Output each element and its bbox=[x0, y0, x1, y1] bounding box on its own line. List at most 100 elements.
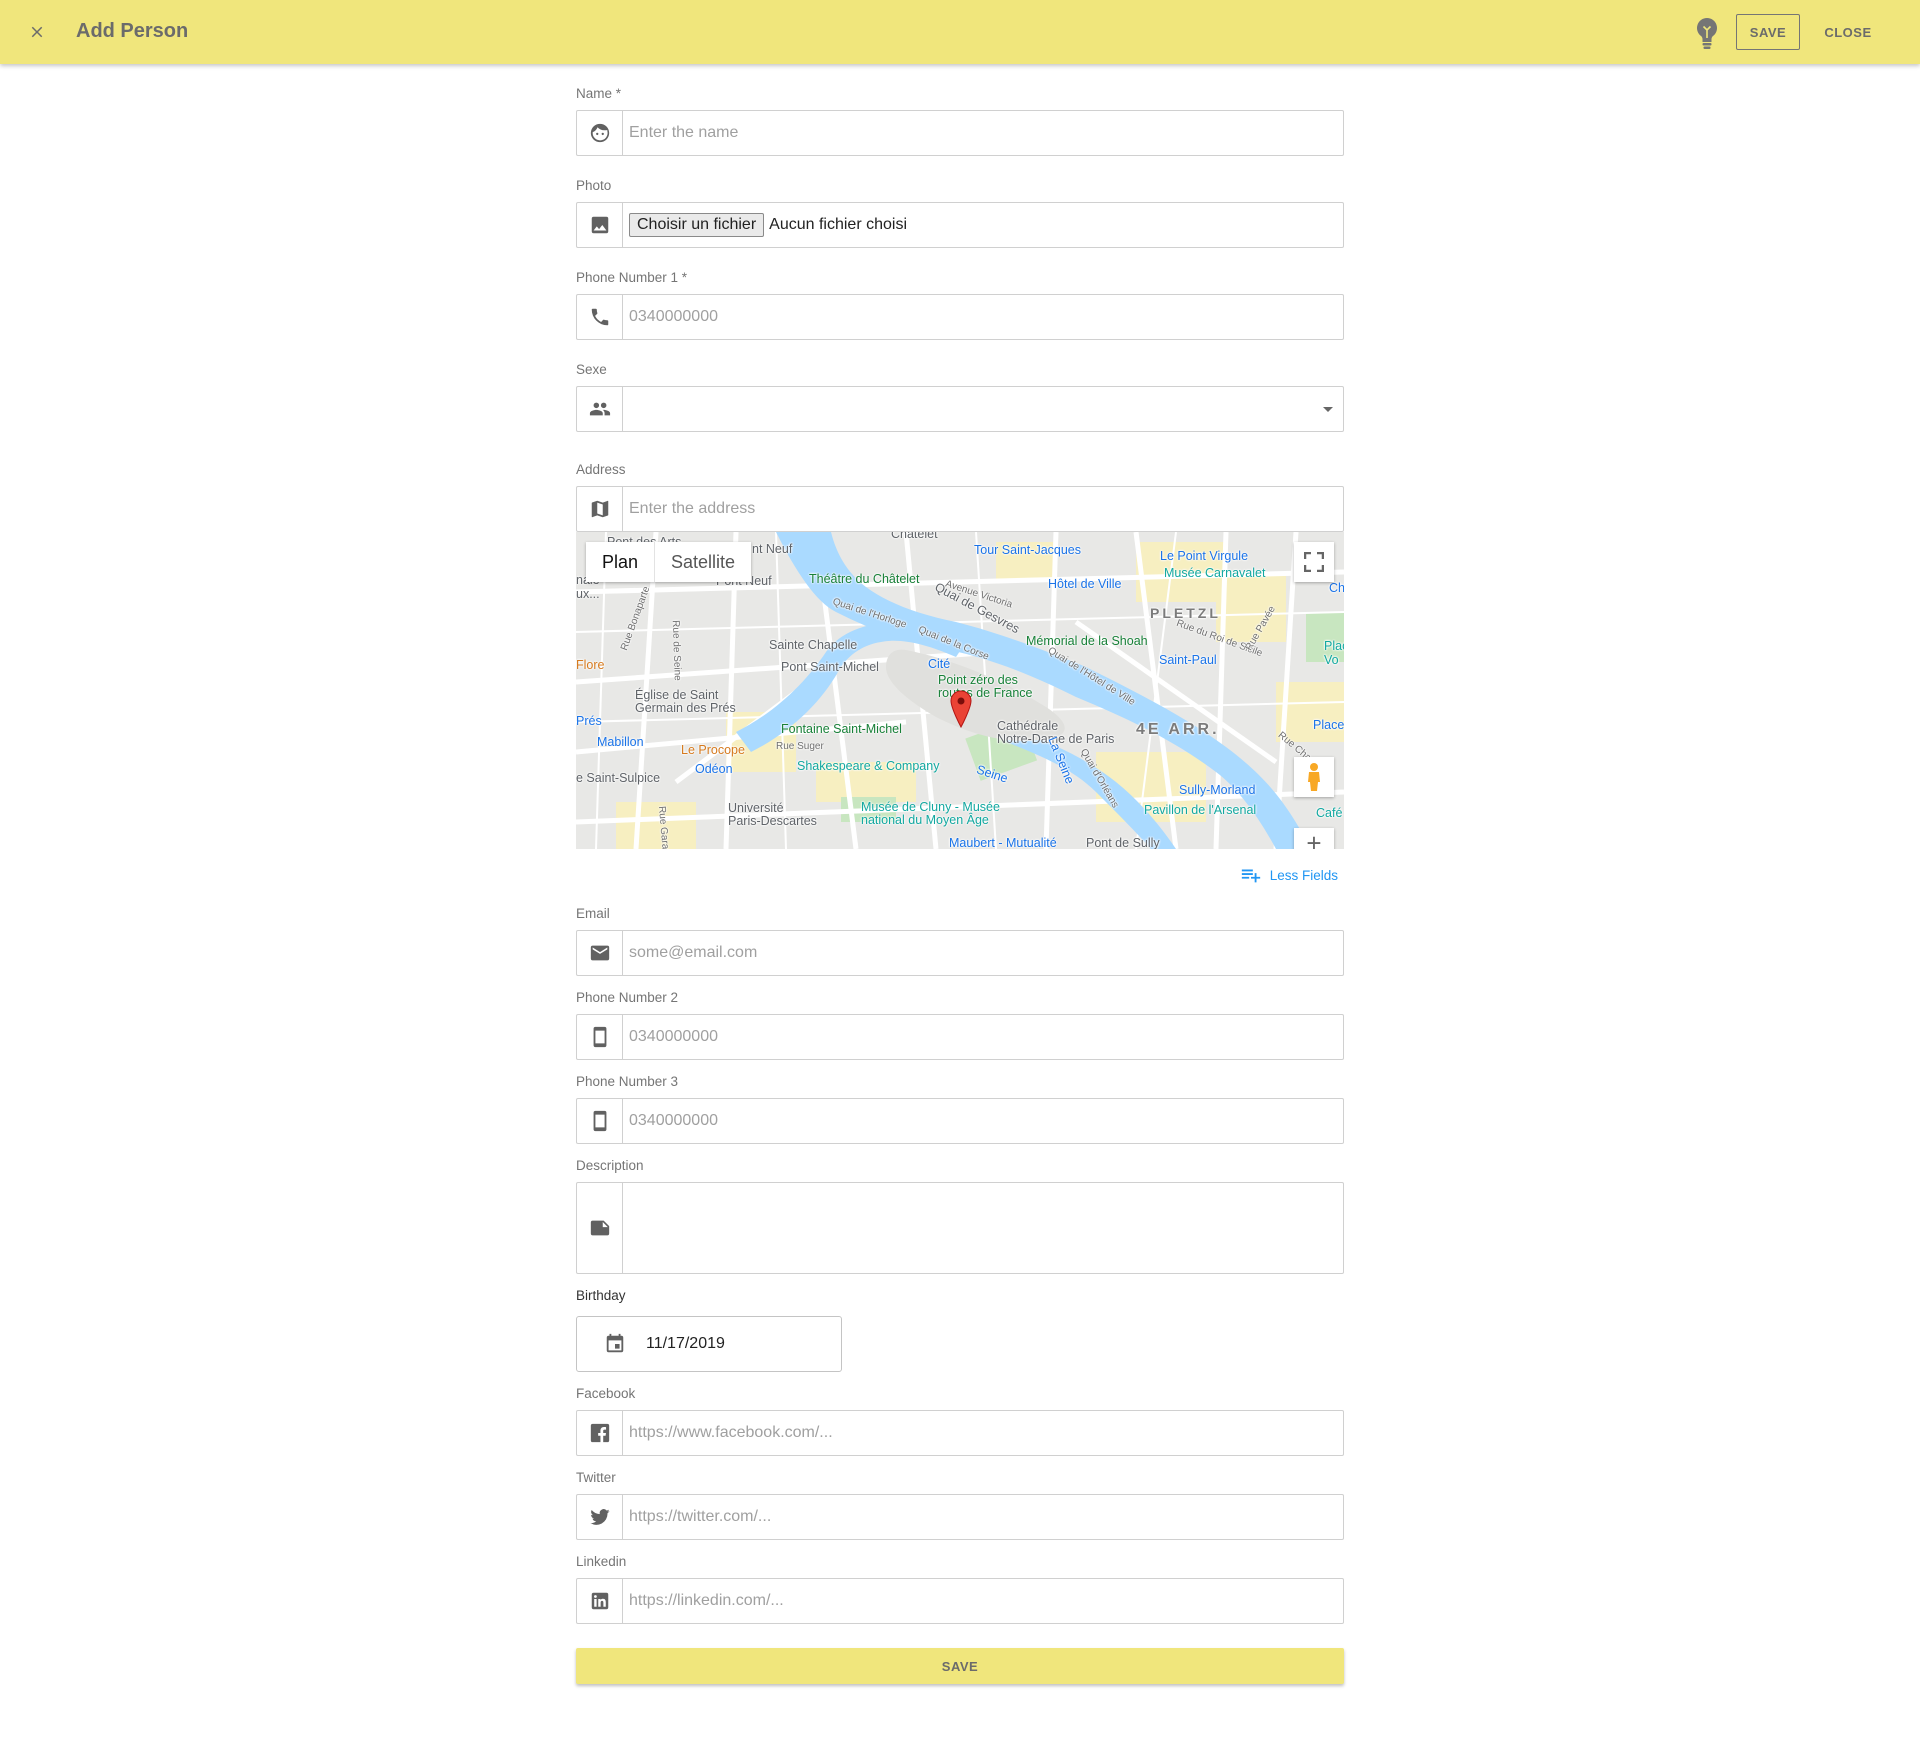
map-label: Vo bbox=[1324, 653, 1339, 667]
phone3-field bbox=[576, 1098, 1344, 1144]
address-field bbox=[576, 486, 1344, 532]
less-fields-label: Less Fields bbox=[1269, 867, 1338, 883]
sexe-label: Sexe bbox=[576, 362, 607, 377]
phone3-label: Phone Number 3 bbox=[576, 1074, 679, 1089]
address-input[interactable] bbox=[623, 487, 1343, 531]
map-label: Théâtre du Châtelet bbox=[809, 572, 920, 586]
twitter-input[interactable] bbox=[623, 1495, 1343, 1539]
map-tab-satellite[interactable]: Satellite bbox=[655, 542, 751, 582]
fullscreen-icon[interactable] bbox=[1294, 542, 1334, 582]
map-label: Rue de Seine bbox=[669, 620, 683, 681]
photo-field: Choisir un fichier Aucun fichier choisi bbox=[576, 202, 1344, 248]
map-label: Le Procope bbox=[681, 743, 745, 757]
phone1-input[interactable] bbox=[623, 295, 1343, 339]
map-label: Le Point Virgule bbox=[1160, 549, 1249, 563]
email-icon bbox=[577, 931, 623, 975]
email-label: Email bbox=[576, 906, 610, 921]
email-field bbox=[576, 930, 1344, 976]
map-label: Église de Saint Germain des Prés bbox=[635, 688, 736, 715]
app-bar: Add Person SAVE CLOSE bbox=[0, 0, 1920, 64]
file-status: Aucun fichier choisi bbox=[769, 216, 907, 233]
map-label: Place bbox=[1313, 718, 1344, 732]
map-label: Pont Saint-Michel bbox=[781, 660, 879, 674]
map-label: Plac bbox=[1324, 639, 1344, 653]
map-label: e Saint-Sulpice bbox=[576, 771, 661, 785]
address-map[interactable]: Pont des Arts Châtelet nt Neuf Tour Sain… bbox=[576, 532, 1344, 849]
page-title: Add Person bbox=[76, 20, 189, 42]
description-field bbox=[576, 1182, 1344, 1274]
playlist-add-icon bbox=[1241, 869, 1260, 883]
sexe-value bbox=[623, 387, 635, 404]
map-label: Pavillon de l'Arsenal bbox=[1144, 803, 1257, 817]
map-label: Rue Suger bbox=[776, 741, 824, 752]
map-label: Pont de Sully bbox=[1086, 836, 1160, 850]
smartphone-icon bbox=[577, 1099, 623, 1143]
photo-label: Photo bbox=[576, 178, 612, 193]
choose-file-button[interactable]: Choisir un fichier bbox=[629, 213, 765, 237]
image-icon bbox=[577, 203, 623, 247]
map-type-tabs: Plan Satellite bbox=[586, 542, 752, 582]
map-label: Flore bbox=[576, 658, 605, 672]
name-input[interactable] bbox=[623, 111, 1343, 155]
birthday-label: Birthday bbox=[576, 1288, 626, 1303]
dropdown-caret-icon bbox=[1323, 407, 1333, 412]
header-close-button[interactable]: CLOSE bbox=[1814, 14, 1882, 50]
street-view-pegman-icon[interactable] bbox=[1294, 757, 1334, 797]
location-marker-icon[interactable] bbox=[950, 690, 972, 733]
note-icon bbox=[577, 1183, 623, 1273]
map-label: Université Paris-Descartes bbox=[728, 801, 817, 828]
map-label: Saint-Paul bbox=[1159, 653, 1217, 667]
map-label: Sully-Morland bbox=[1179, 783, 1256, 797]
phone3-input[interactable] bbox=[623, 1099, 1343, 1143]
linkedin-label: Linkedin bbox=[576, 1554, 627, 1569]
map-label: Tour Saint-Jacques bbox=[974, 543, 1082, 557]
phone2-input[interactable] bbox=[623, 1015, 1343, 1059]
map-label: Musée Carnavalet bbox=[1164, 566, 1266, 580]
facebook-input[interactable] bbox=[623, 1411, 1343, 1455]
form-save-button[interactable]: SAVE bbox=[576, 1648, 1344, 1684]
map-label: ux... bbox=[576, 587, 600, 601]
smartphone-icon bbox=[577, 1015, 623, 1059]
map-label: Café bbox=[1316, 806, 1343, 820]
map-label: Sainte Chapelle bbox=[769, 638, 858, 652]
lightbulb-icon[interactable] bbox=[1693, 16, 1721, 50]
map-label: 4E ARR. bbox=[1136, 721, 1220, 738]
map-label: Fontaine Saint-Michel bbox=[781, 722, 902, 736]
twitter-field bbox=[576, 1494, 1344, 1540]
phone1-field bbox=[576, 294, 1344, 340]
face-icon bbox=[577, 111, 623, 155]
map-label: Prés bbox=[576, 714, 602, 728]
name-label: Name * bbox=[576, 86, 622, 101]
description-label: Description bbox=[576, 1158, 644, 1173]
people-icon bbox=[577, 387, 623, 431]
facebook-icon bbox=[577, 1411, 623, 1455]
map-label: Cité bbox=[928, 657, 951, 671]
linkedin-input[interactable] bbox=[623, 1579, 1343, 1623]
birthday-field[interactable]: 11/17/2019 bbox=[576, 1316, 842, 1372]
facebook-label: Facebook bbox=[576, 1386, 636, 1401]
calendar-icon[interactable] bbox=[604, 1333, 626, 1355]
name-field bbox=[576, 110, 1344, 156]
map-label: Mabillon bbox=[597, 735, 644, 749]
phone1-label: Phone Number 1 * bbox=[576, 270, 688, 285]
close-icon[interactable] bbox=[22, 17, 52, 47]
zoom-in-button[interactable]: + bbox=[1294, 828, 1334, 849]
map-label: Mémorial de la Shoah bbox=[1026, 634, 1148, 648]
phone-icon bbox=[577, 295, 623, 339]
less-fields-link[interactable]: Less Fields bbox=[1240, 864, 1338, 886]
map-label: Shakespeare & Company bbox=[797, 759, 940, 773]
twitter-label: Twitter bbox=[576, 1470, 616, 1485]
description-textarea[interactable] bbox=[623, 1183, 1343, 1273]
header-save-button[interactable]: SAVE bbox=[1736, 14, 1800, 50]
linkedin-field bbox=[576, 1578, 1344, 1624]
email-input[interactable] bbox=[623, 931, 1343, 975]
birthday-value: 11/17/2019 bbox=[646, 1335, 725, 1352]
address-label: Address bbox=[576, 462, 626, 477]
map-tab-plan[interactable]: Plan bbox=[586, 542, 656, 582]
facebook-field bbox=[576, 1410, 1344, 1456]
map-label: Maubert - Mutualité bbox=[949, 836, 1057, 850]
map-label: nt Neuf bbox=[752, 542, 793, 556]
map-label: Odéon bbox=[695, 762, 733, 776]
map-label: Musée de Cluny - Musée national du Moyen… bbox=[861, 800, 1000, 827]
sexe-select[interactable] bbox=[623, 387, 1343, 431]
